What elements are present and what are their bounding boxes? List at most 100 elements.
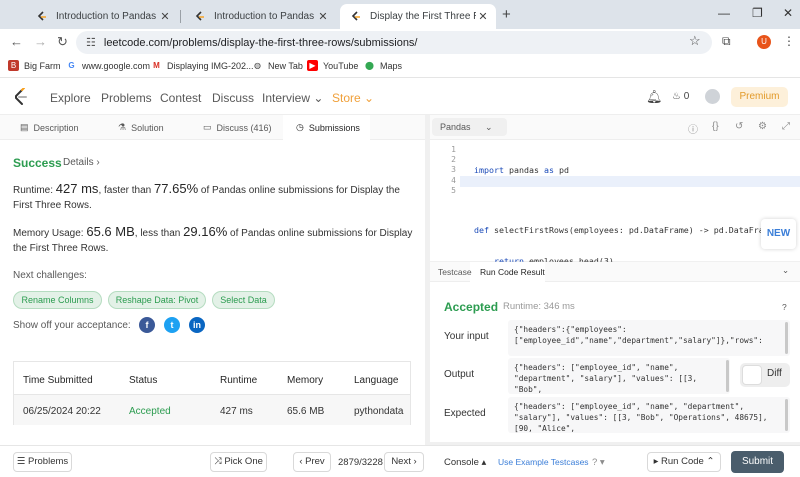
code-editor[interactable]: Pandas ⌄ ⓘ {} ↺ ⚙ ⤢ 1 2 3 4 5 import pan… — [430, 115, 800, 266]
site-info-icon[interactable]: ☷ — [86, 36, 96, 49]
discuss-icon: ▭ — [203, 122, 212, 132]
details-link[interactable]: Details › — [63, 157, 100, 168]
language-label: Pandas — [440, 122, 471, 132]
close-tab-icon[interactable]: ✕ — [158, 10, 172, 23]
page-counter: 2879/3228 — [338, 457, 383, 468]
browser-tab-2[interactable]: Introduction to Pandas - Study ✕ — [184, 4, 336, 29]
input-box[interactable]: {"headers":{"employees": ["employee_id",… — [508, 320, 790, 356]
bookmark-item[interactable]: B Big Farm — [8, 60, 61, 71]
submit-button[interactable]: Submit — [731, 451, 784, 473]
bookmark-item[interactable]: M Displaying IMG-202... — [151, 60, 253, 71]
streak-counter[interactable]: ♨ 0 — [672, 91, 689, 102]
browser-tab-3[interactable]: Display the First Three Rows - L ✕ — [340, 4, 496, 29]
tab-testcase[interactable]: Testcase — [438, 267, 472, 277]
twitter-icon[interactable]: t — [164, 317, 180, 333]
profile-avatar[interactable]: U — [757, 35, 771, 49]
site-header: Explore Problems Contest Discuss Intervi… — [0, 79, 800, 115]
settings-icon[interactable]: ⚙ — [758, 121, 767, 132]
new-tab-icon[interactable]: + — [502, 6, 511, 23]
user-avatar[interactable] — [705, 89, 720, 104]
column-header: Memory — [287, 375, 324, 386]
nav-discuss[interactable]: Discuss — [212, 91, 254, 105]
linkedin-icon[interactable]: in — [189, 317, 205, 333]
extensions-icon[interactable]: ⧉ — [722, 34, 731, 49]
info-icon[interactable]: ⓘ — [688, 121, 698, 136]
table-row[interactable]: 06/25/2024 20:22 Accepted 427 ms 65.6 MB… — [14, 394, 410, 425]
tab-divider — [180, 10, 181, 23]
leetcode-logo-icon[interactable] — [13, 88, 29, 106]
new-feature-badge[interactable]: NEW — [761, 219, 796, 249]
bookmark-label: www.google.com — [82, 60, 151, 71]
browser-menu-icon[interactable]: ⋮ — [783, 34, 795, 48]
challenge-select-data[interactable]: Select Data — [212, 291, 275, 309]
bookmark-item[interactable]: G www.google.com — [66, 60, 150, 71]
collapse-chevron-icon[interactable]: ⌄ — [782, 265, 789, 276]
tab-label: Solution — [131, 122, 164, 133]
expected-box[interactable]: {"headers": ["employee_id", "name", "dep… — [508, 397, 790, 433]
back-icon[interactable]: ← — [10, 34, 23, 49]
restore-icon[interactable]: ❐ — [752, 6, 763, 20]
console-label: Console — [444, 457, 479, 468]
cell-status[interactable]: Accepted — [129, 406, 171, 417]
address-bar[interactable]: ☷ leetcode.com/problems/display-the-firs… — [76, 31, 712, 54]
runtime-value: 427 ms — [55, 181, 99, 196]
facebook-icon[interactable]: f — [139, 317, 155, 333]
help-circle-icon[interactable]: ? ▾ — [592, 457, 605, 468]
code-line: def selectFirstRows(employees: pd.DataFr… — [474, 225, 779, 236]
bookmark-item[interactable]: ◍ New Tab — [252, 60, 303, 71]
cell-runtime: 427 ms — [220, 406, 253, 417]
chevron-down-icon: ⌄ — [313, 91, 324, 105]
run-code-button[interactable]: ▸ Run Code ⌃ — [647, 452, 721, 472]
diff-toggle-knob[interactable] — [742, 365, 762, 385]
bookmark-item[interactable]: ▶ YouTube — [307, 60, 358, 71]
challenge-rename-columns[interactable]: Rename Columns — [13, 291, 102, 309]
minimize-icon[interactable]: — — [718, 6, 730, 20]
close-tab-icon[interactable]: ✕ — [316, 10, 330, 23]
language-select[interactable]: Pandas ⌄ — [432, 118, 507, 136]
run-icon: ▸ — [653, 456, 659, 467]
chevron-right-icon: › — [413, 456, 417, 467]
problems-list-button[interactable]: ☰ Problems — [13, 452, 72, 472]
help-icon[interactable]: ? — [782, 302, 787, 312]
nav-contest[interactable]: Contest — [160, 91, 201, 105]
runtime-percent: 77.65% — [154, 181, 199, 196]
console-toggle[interactable]: Console ▴ — [444, 457, 486, 468]
pick-one-button[interactable]: ⤨ Pick One — [210, 452, 267, 472]
input-scrollbar[interactable] — [785, 322, 788, 354]
prev-button[interactable]: ‹ Prev — [293, 452, 331, 472]
result-tabs: Testcase Run Code Result ⌄ — [430, 262, 800, 282]
output-box[interactable]: {"headers": ["employee_id", "name", "dep… — [508, 358, 730, 394]
reload-icon[interactable]: ↻ — [57, 34, 68, 50]
bookmark-item[interactable]: ⬤ Maps — [364, 60, 402, 71]
editor-toolbar: Pandas ⌄ ⓘ {} ↺ ⚙ ⤢ — [430, 115, 800, 140]
tab-discuss[interactable]: ▭ Discuss (416) — [203, 122, 272, 133]
close-tab-icon[interactable]: ✕ — [476, 10, 490, 23]
use-example-testcases[interactable]: Use Example Testcases — [498, 457, 589, 467]
challenge-reshape-data[interactable]: Reshape Data: Pivot — [108, 291, 206, 309]
tab-submissions[interactable]: ◷ Submissions — [296, 122, 360, 133]
braces-icon[interactable]: {} — [712, 121, 719, 132]
expected-label: Expected — [444, 408, 486, 419]
nav-store[interactable]: Store ⌄ — [332, 91, 374, 105]
notification-bell-icon[interactable]: 🔔︎ — [646, 89, 663, 105]
tab-solution[interactable]: ⚗ Solution — [118, 122, 164, 133]
output-scrollbar[interactable] — [726, 360, 729, 392]
bookmark-star-icon[interactable]: ☆ — [689, 33, 701, 49]
premium-button[interactable]: Premium — [731, 87, 788, 107]
tab-description[interactable]: ▤ Description — [20, 122, 79, 133]
runtime-mid: , faster than — [98, 185, 152, 196]
fullscreen-icon[interactable]: ⤢ — [782, 121, 790, 132]
next-button[interactable]: Next › — [384, 452, 424, 472]
browser-tab-1[interactable]: Introduction to Pandas - Study ✕ — [26, 4, 178, 29]
chevron-up-icon: ⌃ — [706, 456, 715, 467]
expected-scrollbar[interactable] — [785, 399, 788, 431]
window-close-icon[interactable]: ✕ — [783, 6, 793, 20]
nav-interview[interactable]: Interview ⌄ — [262, 91, 323, 105]
nav-problems[interactable]: Problems — [101, 91, 152, 105]
reset-icon[interactable]: ↺ — [735, 121, 743, 132]
tab-title: Display the First Three Rows - L — [370, 11, 476, 22]
forward-icon[interactable]: → — [34, 34, 47, 49]
tab-run-code-result[interactable]: Run Code Result — [480, 267, 545, 277]
run-runtime: Runtime: 346 ms — [503, 301, 575, 312]
nav-explore[interactable]: Explore — [50, 91, 91, 105]
